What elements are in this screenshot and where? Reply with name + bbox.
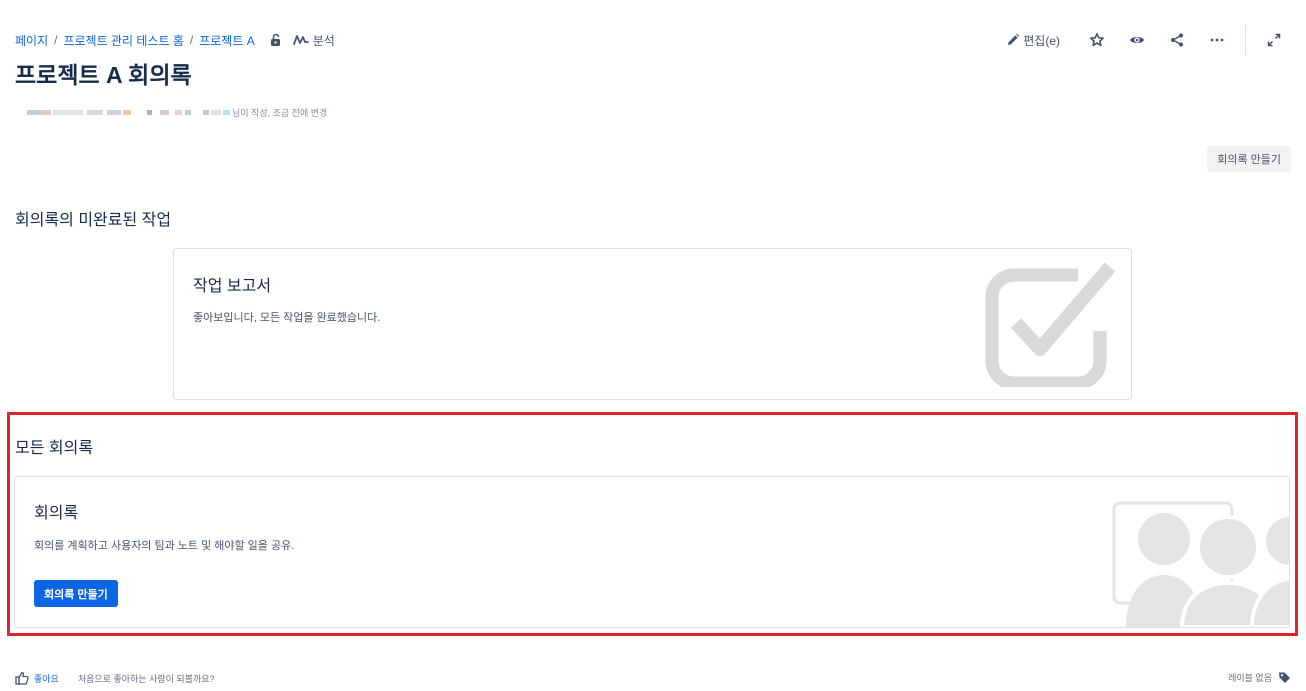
unlock-icon[interactable] [269, 33, 283, 47]
like-button[interactable]: 좋아요 [34, 672, 59, 685]
analytics-label: 분석 [312, 33, 335, 48]
author-name-redacted [27, 106, 230, 118]
more-actions-button[interactable] [1205, 28, 1229, 52]
like-hint: 처음으로 좋아하는 사람이 되볼까요? [77, 673, 215, 684]
analytics-icon [292, 35, 309, 45]
edit-button[interactable]: 편집(e) [1006, 28, 1060, 52]
page-toolbar: 편집(e) [1006, 25, 1286, 55]
checkbox-checked-illustration-icon [985, 262, 1116, 387]
breadcrumb-separator: / [189, 33, 194, 47]
meeting-notes-title: 회의록 [34, 505, 79, 522]
eye-icon [1130, 37, 1144, 43]
watch-button[interactable] [1125, 28, 1149, 52]
more-icon [1210, 38, 1224, 42]
task-report-title: 작업 보고서 [193, 278, 272, 295]
like-bar: 좋아요 처음으로 좋아하는 사람이 되볼까요? [15, 671, 215, 685]
breadcrumb-item-project-a[interactable]: 프로젝트 A [199, 32, 255, 49]
breadcrumb-separator: / [54, 33, 58, 47]
edit-label: 편집(e) [1023, 33, 1060, 48]
star-icon [1090, 33, 1104, 47]
breadcrumb-item-space-home[interactable]: 프로젝트 관리 테스트 홈 [63, 32, 183, 49]
expand-icon [1267, 33, 1281, 47]
no-labels-text: 레이블 없음 [1228, 673, 1272, 683]
create-meeting-notes-button[interactable]: 회의록 만들기 [34, 580, 118, 607]
people-meeting-illustration-icon [1112, 501, 1289, 627]
incomplete-tasks-heading: 회의록의 미완료된 작업 [15, 212, 172, 229]
star-button[interactable] [1085, 28, 1109, 52]
meeting-notes-card: 회의록 회의를 계획하고 사용자의 팀과 노트 및 해야할 일을 공유. 회의록… [14, 476, 1290, 628]
toolbar-divider [1245, 25, 1246, 55]
thumbs-up-icon[interactable] [15, 671, 29, 685]
labels-area: 레이블 없음 [1228, 671, 1291, 684]
analytics-link[interactable]: 분석 [292, 32, 335, 49]
tag-icon[interactable] [1278, 671, 1291, 684]
breadcrumb-item-pages[interactable]: 페이지 [15, 32, 48, 49]
share-button[interactable] [1165, 28, 1189, 52]
fullscreen-button[interactable] [1262, 28, 1286, 52]
all-meeting-notes-heading: 모든 회의록 [15, 440, 94, 457]
task-report-card: 작업 보고서 좋아보입니다, 모든 작업을 완료했습니다. [173, 248, 1132, 400]
pencil-icon [1008, 33, 1020, 45]
byline-text: 님이 작성, 조금 전에 변경 [232, 107, 328, 118]
breadcrumb: 페이지 / 프로젝트 관리 테스트 홈 / 프로젝트 A 분석 [15, 31, 335, 49]
share-icon [1171, 33, 1183, 47]
page-title: 프로젝트 A 회의록 [15, 62, 192, 88]
create-meeting-notes-top-button[interactable]: 회의록 만들기 [1207, 146, 1291, 172]
page-byline: 님이 작성, 조금 전에 변경 [27, 104, 327, 120]
task-report-description: 좋아보입니다, 모든 작업을 완료했습니다. [193, 312, 381, 324]
meeting-notes-description: 회의를 계획하고 사용자의 팀과 노트 및 해야할 일을 공유. [34, 540, 295, 552]
